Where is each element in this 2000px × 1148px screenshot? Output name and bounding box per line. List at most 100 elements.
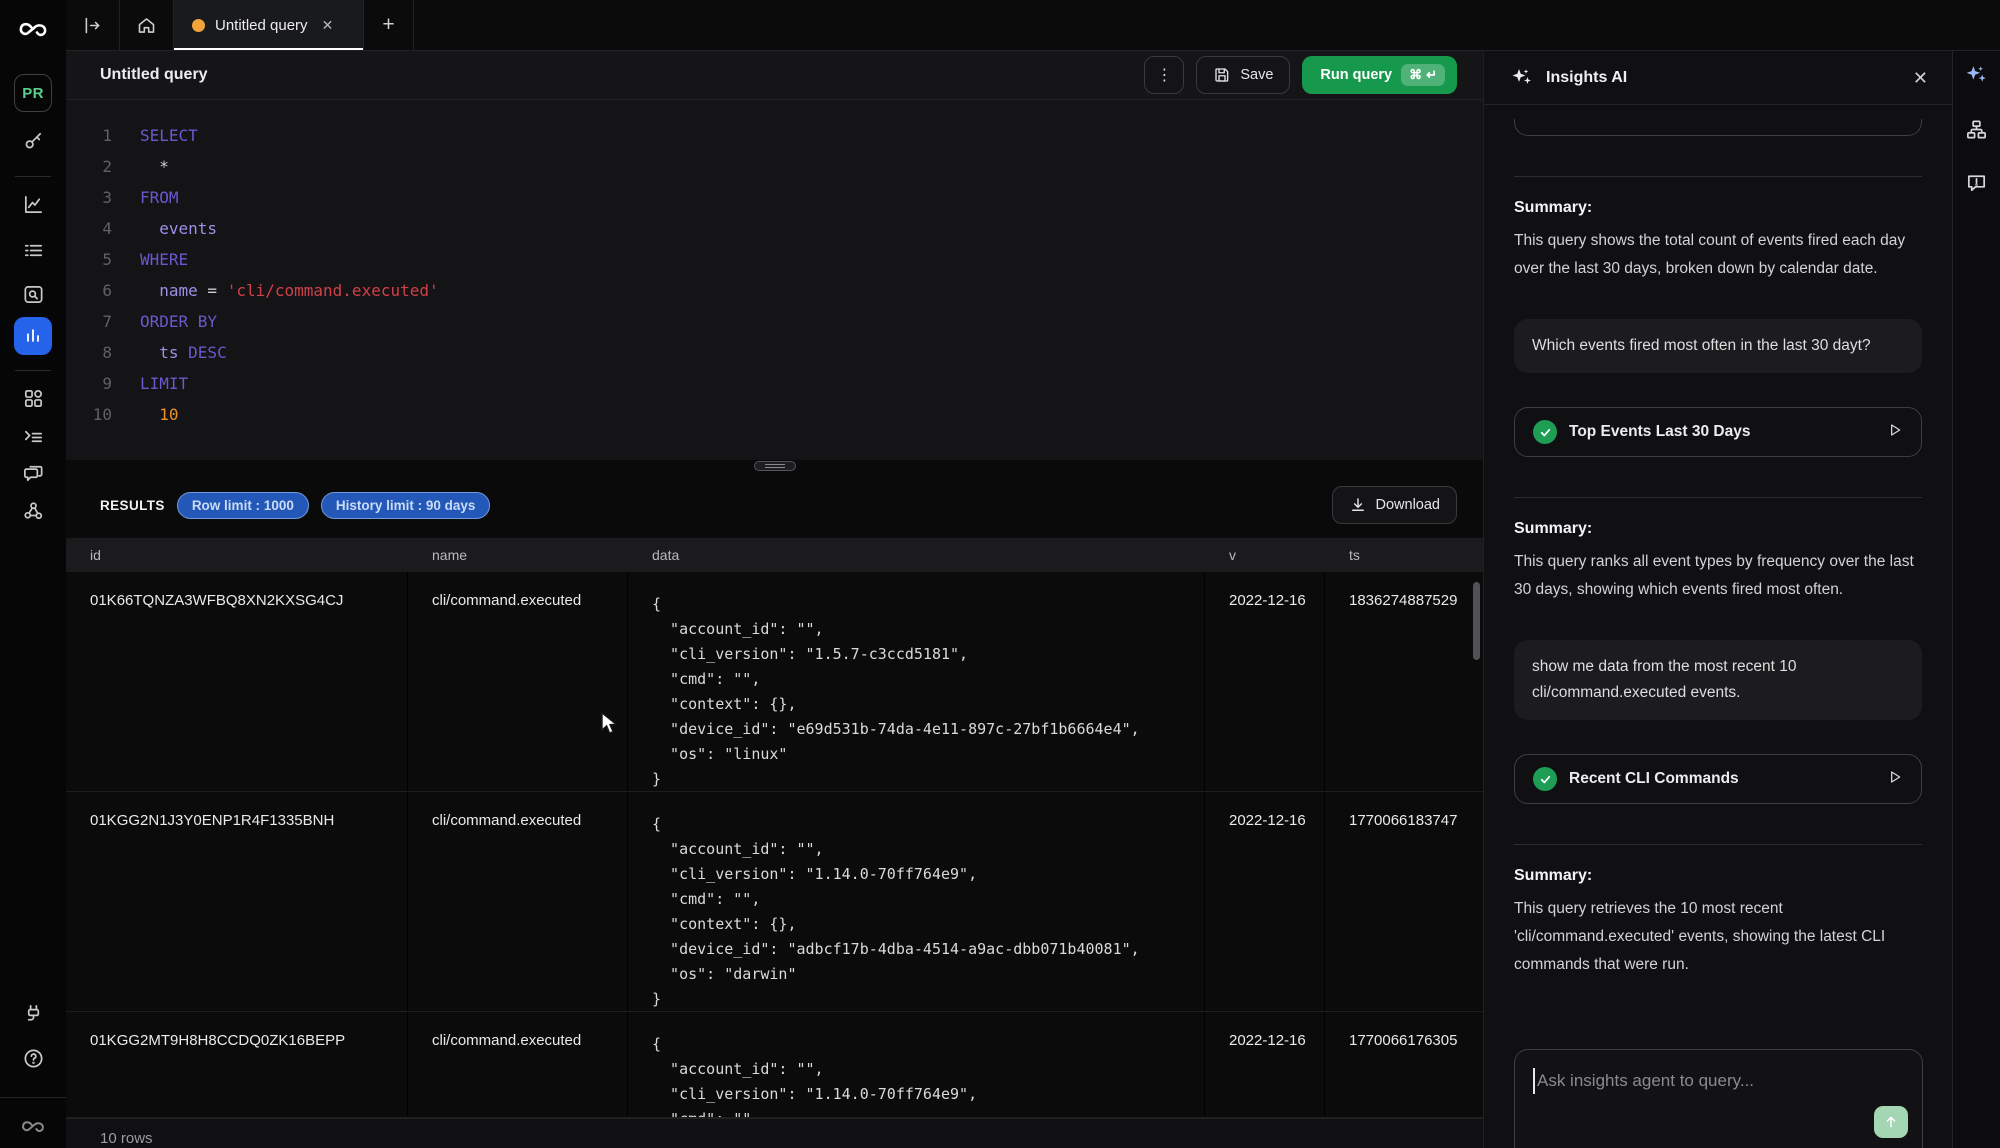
tab-untitled-query[interactable]: Untitled query ✕ [174, 0, 364, 50]
summary-label: Summary: [1514, 867, 1922, 885]
sidebar-divider [15, 176, 51, 177]
workspace-switcher[interactable]: PR [0, 74, 66, 112]
saved-query-card[interactable]: Top Events Last 30 Days [1514, 407, 1922, 457]
sidebar-item-discussions[interactable] [0, 458, 66, 486]
code-line[interactable]: 6 name = 'cli/command.executed' [66, 275, 1483, 306]
user-question-bubble: Which events fired most often in the las… [1514, 319, 1922, 373]
unsaved-dot-icon [192, 19, 205, 32]
right-icon-strip [1952, 51, 2000, 1148]
collapse-sidebar-button[interactable] [66, 0, 120, 50]
column-header-id[interactable]: id [66, 547, 408, 563]
download-button[interactable]: Download [1332, 486, 1458, 524]
terminal-icon [22, 425, 45, 448]
line-number: 4 [66, 213, 112, 244]
code-line[interactable]: 7ORDER BY [66, 306, 1483, 337]
key-icon [22, 129, 45, 152]
summary-label: Summary: [1514, 520, 1922, 538]
code-line[interactable]: 8 ts DESC [66, 337, 1483, 368]
cell-name: cli/command.executed [408, 1012, 628, 1117]
results-footer: 10 rows [66, 1118, 1483, 1148]
saved-query-card[interactable]: Recent CLI Commands [1514, 754, 1922, 804]
more-options-button[interactable]: ⋮ [1144, 56, 1184, 94]
scrolled-card-remnant [1514, 119, 1922, 136]
save-icon [1213, 66, 1231, 84]
cell-id: 01K66TQNZA3WFBQ8XN2KXSG4CJ [66, 572, 408, 791]
sidebar-item-functions[interactable] [0, 422, 66, 450]
divider [1514, 176, 1922, 177]
vertical-scrollbar-thumb[interactable] [1473, 582, 1480, 660]
send-button[interactable] [1874, 1106, 1908, 1138]
sidebar-item-apps[interactable] [0, 384, 66, 412]
row-limit-badge[interactable]: Row limit : 1000 [177, 492, 309, 519]
strip-insights-ai-button[interactable] [1964, 63, 1989, 93]
input-placeholder: Ask insights agent to query... [1537, 1071, 1754, 1090]
code-line[interactable]: 3FROM [66, 182, 1483, 213]
code-line[interactable]: 5WHERE [66, 244, 1483, 275]
sidebar-item-events[interactable] [0, 236, 66, 264]
active-tab-underline [174, 48, 363, 51]
sidebar-item-trends[interactable] [0, 190, 66, 218]
sidebar-item-insights-active[interactable] [0, 317, 66, 355]
run-saved-query-icon[interactable] [1887, 422, 1903, 443]
history-limit-badge[interactable]: History limit : 90 days [321, 492, 491, 519]
run-shortcut-chip: ⌘↵ [1401, 64, 1445, 86]
cell-data: { "account_id": "", "cli_version": "1.14… [628, 1012, 1205, 1117]
splitter-drag-handle[interactable] [754, 461, 796, 471]
code-line[interactable]: 2 * [66, 151, 1483, 182]
run-query-label: Run query [1320, 67, 1392, 83]
column-header-v[interactable]: v [1205, 547, 1325, 563]
run-saved-query-icon[interactable] [1887, 769, 1903, 790]
cell-v: 2022-12-16 [1205, 572, 1325, 791]
divider [1514, 844, 1922, 845]
code-line[interactable]: 10 10 [66, 399, 1483, 430]
line-number: 3 [66, 182, 112, 213]
code-line[interactable]: 9LIMIT [66, 368, 1483, 399]
line-number: 2 [66, 151, 112, 182]
enter-key-icon: ↵ [1426, 67, 1437, 83]
new-tab-button[interactable]: + [364, 0, 414, 50]
sidebar-item-help[interactable] [0, 1044, 66, 1072]
table-row[interactable]: 01K66TQNZA3WFBQ8XN2KXSG4CJ cli/command.e… [66, 572, 1483, 792]
tab-close-icon[interactable]: ✕ [322, 17, 334, 34]
saved-query-title: Top Events Last 30 Days [1569, 423, 1750, 441]
run-query-button[interactable]: Run query ⌘↵ [1302, 56, 1457, 94]
help-icon [22, 1047, 45, 1070]
home-button[interactable] [120, 0, 174, 50]
save-button[interactable]: Save [1196, 56, 1290, 94]
line-number: 10 [66, 399, 112, 430]
table-row[interactable]: 01KGG2MT9H8H8CCDQ0ZK16BEPP cli/command.e… [66, 1012, 1483, 1118]
close-panel-icon[interactable]: ✕ [1913, 69, 1928, 87]
cell-ts: 1770066176305 [1325, 1012, 1483, 1117]
sql-editor[interactable]: 1SELECT2 *3FROM4 events5WHERE6 name = 'c… [66, 100, 1483, 460]
code-line[interactable]: 4 events [66, 213, 1483, 244]
download-icon [1349, 496, 1367, 514]
sidebar-item-explore[interactable] [0, 280, 66, 308]
insights-query-input[interactable]: Ask insights agent to query... [1514, 1049, 1923, 1148]
line-number: 9 [66, 368, 112, 399]
sidebar-item-integrations[interactable] [0, 496, 66, 524]
column-header-ts[interactable]: ts [1325, 547, 1483, 563]
app-window: PR [0, 0, 2000, 1148]
table-row[interactable]: 01KGG2N1J3Y0ENP1R4F1335BNH cli/command.e… [66, 792, 1483, 1012]
column-header-data[interactable]: data [628, 547, 1205, 563]
sidebar-item-connections[interactable] [0, 999, 66, 1027]
cell-name: cli/command.executed [408, 572, 628, 791]
insights-ai-panel: Insights AI ✕ Summary: This query shows … [1483, 51, 1952, 1148]
code-line[interactable]: 1SELECT [66, 120, 1483, 151]
sidebar-item-keys[interactable] [0, 126, 66, 154]
panel-expand-icon [82, 15, 103, 36]
strip-feedback-button[interactable] [1965, 171, 1988, 199]
column-header-name[interactable]: name [408, 547, 628, 563]
footer-logo-icon [0, 1113, 66, 1141]
download-label: Download [1376, 497, 1441, 513]
summary-label: Summary: [1514, 199, 1922, 217]
strip-schema-button[interactable] [1965, 118, 1988, 146]
cell-v: 2022-12-16 [1205, 792, 1325, 1011]
sidebar-footer-divider [0, 1097, 66, 1098]
query-workspace: Untitled query ⋮ Save Run query ⌘↵ 1SELE… [66, 51, 1483, 1148]
text-caret [1533, 1068, 1535, 1094]
line-number: 6 [66, 275, 112, 306]
line-number: 1 [66, 120, 112, 151]
results-label: RESULTS [100, 498, 165, 513]
cell-data: { "account_id": "", "cli_version": "1.5.… [628, 572, 1205, 791]
